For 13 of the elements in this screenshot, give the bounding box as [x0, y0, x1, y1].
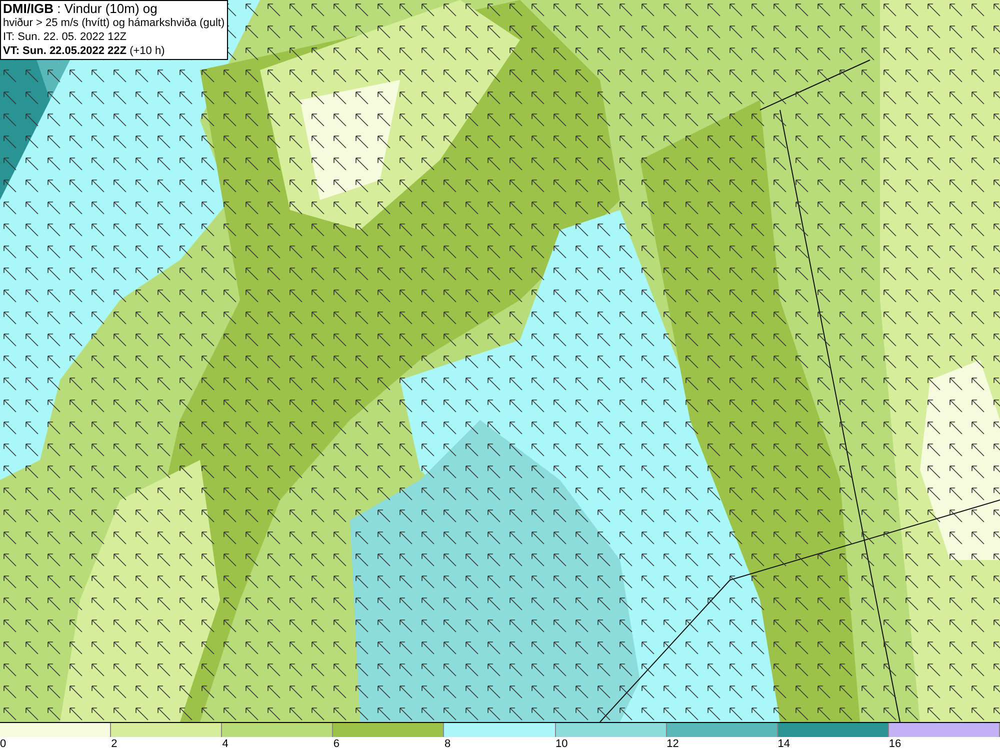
title-line: hviður > 25 m/s (hvítt) og hámarkshviða (gult)	[3, 16, 225, 30]
legend-label: 4	[222, 737, 228, 751]
legend-label: 10	[556, 737, 568, 751]
legend-label: 12	[666, 737, 679, 751]
title-line: DMI/IGB : Vindur (10m) og	[3, 2, 158, 16]
title-line: IT: Sun. 22. 05. 2022 12Z	[3, 30, 128, 44]
legend-label: 2	[111, 737, 118, 751]
legend-label: 16	[888, 737, 902, 751]
legend-label: 0	[0, 737, 6, 751]
legend-label: 8	[444, 737, 451, 751]
legend-label: 6	[333, 737, 340, 751]
title-line: VT: Sun. 22.05.2022 22Z (+10 h)	[3, 44, 166, 58]
legend-label: 14	[778, 737, 790, 751]
